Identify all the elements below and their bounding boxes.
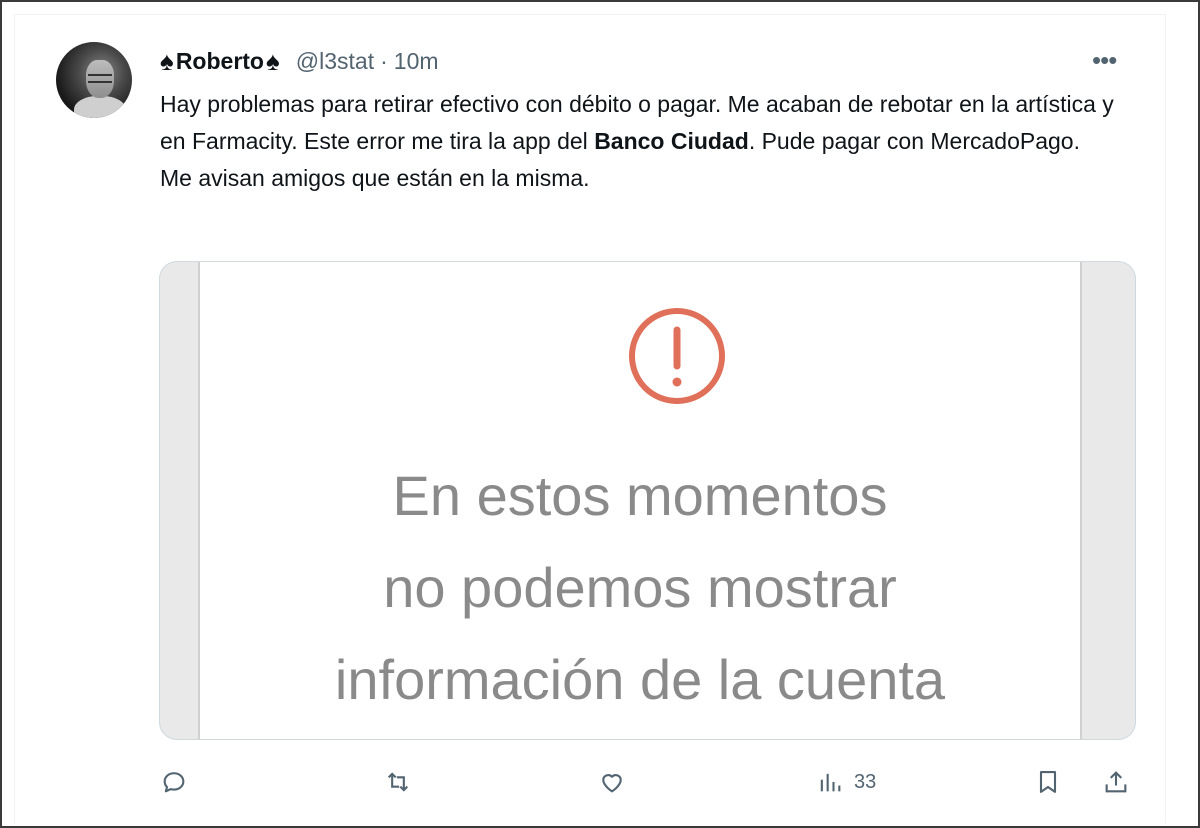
views-count: 33 — [854, 770, 877, 793]
reply-icon — [163, 772, 185, 793]
error-line-3: información de la cuenta — [334, 648, 946, 711]
reply-button[interactable] — [160, 764, 188, 800]
share-icon — [1105, 771, 1127, 793]
analytics-icon — [820, 773, 841, 792]
header-separator: · — [380, 47, 388, 74]
views-button[interactable]: 33 — [816, 764, 876, 800]
tweet-text-bold: Banco Ciudad — [594, 128, 749, 154]
exclamation-circle-icon — [629, 308, 725, 404]
spade-icon: ♠ — [160, 46, 174, 76]
bookmark-button[interactable] — [1034, 764, 1062, 800]
share-button[interactable] — [1102, 764, 1130, 800]
heart-icon — [602, 774, 622, 793]
screenshot-frame: ♠ Roberto ♠ @l3stat · 10m ••• Hay proble… — [0, 0, 1200, 828]
tweet-text: Hay problemas para retirar efectivo con … — [160, 86, 1120, 197]
tweet-text-part2: . Pude pagar con MercadoPago. — [748, 128, 1080, 154]
more-options-button[interactable]: ••• — [1092, 47, 1117, 73]
error-line-1: En estos momentos — [392, 464, 888, 527]
tweet-header: ♠ Roberto ♠ @l3stat · 10m — [160, 46, 439, 76]
tweet-media-image[interactable]: En estos momentos no podemos mostrar inf… — [159, 261, 1136, 740]
error-line-2: no podemos mostrar — [383, 556, 897, 619]
author-display-name[interactable]: Roberto — [176, 48, 264, 75]
author-handle[interactable]: @l3stat — [296, 48, 374, 75]
tweet-actions-bar: 33 — [160, 764, 1140, 800]
tweet-text-line2: Me avisan amigos que están en la misma. — [160, 165, 590, 191]
retweet-icon — [387, 772, 409, 792]
like-button[interactable] — [598, 764, 626, 800]
tweet-timestamp[interactable]: 10m — [394, 48, 439, 75]
retweet-button[interactable] — [384, 764, 412, 800]
avatar[interactable] — [56, 42, 132, 118]
error-message: En estos momentos no podemos mostrar inf… — [200, 450, 1080, 726]
app-error-screenshot: En estos momentos no podemos mostrar inf… — [200, 262, 1080, 739]
bookmark-icon — [1039, 771, 1057, 793]
spade-icon: ♠ — [265, 46, 280, 76]
